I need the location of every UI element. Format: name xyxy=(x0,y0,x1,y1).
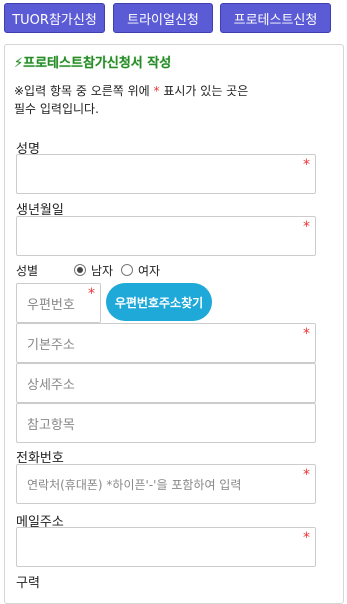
required-mark: * xyxy=(303,326,310,342)
required-mark: * xyxy=(88,286,95,302)
application-tabs: TUOR참가신청 트라이얼신청 프로테스트신청 xyxy=(0,0,347,40)
required-notice: ※입력 항목 중 오른쪽 위에 * 표시가 있는 곳은 필수 입력입니다. xyxy=(14,82,248,118)
zip-search-button[interactable]: 우편번호주소찾기 xyxy=(106,283,212,321)
birth-input[interactable] xyxy=(16,216,316,256)
notice-text-c: 필수 입력입니다. xyxy=(14,102,99,116)
address-detail-input[interactable]: 상세주소 xyxy=(16,363,316,403)
gender-radio-male[interactable] xyxy=(74,264,86,276)
address-basic-placeholder: 기본주소 xyxy=(27,337,75,353)
form-title: ⚡프로테스트참가신청서 작성 xyxy=(14,52,171,71)
tab-protest-application[interactable]: 프로테스트신청 xyxy=(220,3,331,33)
address-ref-input[interactable]: 참고항목 xyxy=(16,403,316,443)
address-ref-placeholder: 참고항목 xyxy=(27,417,75,433)
lightning-icon: ⚡ xyxy=(14,56,24,71)
form-title-text: 프로테스트참가신청서 작성 xyxy=(23,56,172,71)
gender-option-female: 여자 xyxy=(138,264,161,278)
required-mark: * xyxy=(303,530,310,546)
phone-input[interactable]: 연락처(휴대폰) *하이픈'-'을 포함하여 입력 xyxy=(16,464,316,504)
career-label: 구력 xyxy=(16,576,40,591)
name-input[interactable] xyxy=(16,154,316,194)
gender-radio-female[interactable] xyxy=(121,264,133,276)
email-input[interactable] xyxy=(16,527,316,567)
tab-tuor-application[interactable]: TUOR참가신청 xyxy=(4,3,105,33)
notice-text-a: ※입력 항목 중 오른쪽 위에 xyxy=(14,84,154,98)
tab-trial-application[interactable]: 트라이얼신청 xyxy=(113,3,213,33)
required-mark: * xyxy=(303,219,310,235)
address-basic-input[interactable]: 기본주소 xyxy=(16,323,316,363)
phone-placeholder: 연락처(휴대폰) *하이픈'-'을 포함하여 입력 xyxy=(27,477,242,492)
required-mark: * xyxy=(303,467,310,483)
gender-label: 성별 xyxy=(16,264,39,278)
zipcode-placeholder: 우편번호 xyxy=(27,297,75,313)
address-detail-placeholder: 상세주소 xyxy=(27,377,75,393)
notice-text-b: 표시가 있는 곳은 xyxy=(159,84,249,98)
required-mark: * xyxy=(303,157,310,173)
gender-option-male: 남자 xyxy=(91,264,114,278)
